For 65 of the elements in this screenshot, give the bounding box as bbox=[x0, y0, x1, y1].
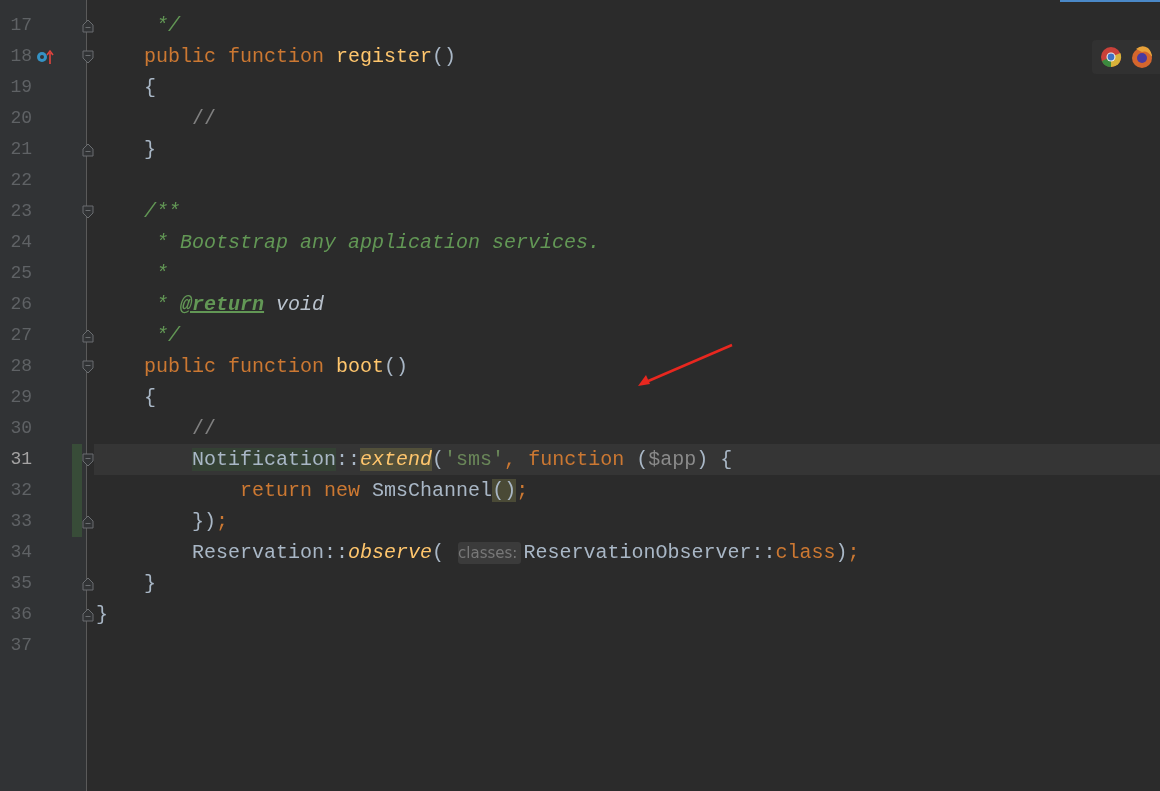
keyword: class bbox=[775, 541, 836, 564]
fold-icon[interactable] bbox=[82, 328, 94, 343]
fold-icon[interactable] bbox=[82, 18, 94, 33]
keyword: public bbox=[144, 355, 217, 378]
function-name: boot bbox=[336, 355, 385, 378]
matched-braces: () bbox=[492, 479, 517, 502]
line-number: 31 bbox=[10, 449, 32, 469]
variable: $app bbox=[648, 448, 697, 471]
browser-icon[interactable] bbox=[1130, 45, 1154, 69]
keyword: ; bbox=[847, 541, 860, 564]
code-text: } bbox=[144, 572, 157, 595]
string-literal: 'sms' bbox=[444, 448, 505, 471]
doc-comment: /** bbox=[144, 200, 181, 223]
code-text: { bbox=[144, 76, 157, 99]
code-text: ( bbox=[432, 541, 445, 564]
highlighted-method-name: extend bbox=[360, 448, 433, 471]
code-text: Reservation:: bbox=[192, 541, 349, 564]
method-name: observe bbox=[348, 541, 433, 564]
fold-icon[interactable] bbox=[82, 142, 94, 157]
keyword: ; bbox=[516, 479, 529, 502]
change-marker[interactable] bbox=[72, 444, 82, 475]
keyword: ; bbox=[216, 510, 229, 533]
code-text: ReservationObserver:: bbox=[523, 541, 776, 564]
fold-icon[interactable] bbox=[82, 607, 94, 622]
parameter-hint: classes: bbox=[458, 542, 522, 564]
keyword: , bbox=[504, 448, 517, 471]
doc-comment: * Bootstrap any application services. bbox=[156, 231, 601, 254]
highlighted-identifier: Notification bbox=[192, 448, 337, 471]
fold-icon[interactable] bbox=[82, 49, 94, 64]
keyword: function bbox=[228, 355, 325, 378]
fold-icon[interactable] bbox=[82, 452, 94, 467]
keyword: function bbox=[528, 448, 625, 471]
code-text: { bbox=[720, 448, 733, 471]
fold-icon[interactable] bbox=[82, 359, 94, 374]
code-text: } bbox=[144, 138, 157, 161]
doc-tag: @return bbox=[180, 293, 265, 316]
doc-comment: */ bbox=[156, 14, 181, 37]
code-text: SmsChannel bbox=[372, 479, 493, 502]
code-text: ( bbox=[432, 448, 445, 471]
function-name: register bbox=[336, 45, 433, 68]
keyword: new bbox=[324, 479, 361, 502]
code-text: :: bbox=[336, 448, 361, 471]
doc-comment: * bbox=[156, 293, 169, 316]
fold-icon[interactable] bbox=[82, 204, 94, 219]
code-text: } bbox=[96, 603, 108, 626]
code-text: }) bbox=[192, 510, 217, 533]
keyword: function bbox=[228, 45, 325, 68]
code-text: ( bbox=[636, 448, 649, 471]
line-comment: // bbox=[192, 107, 217, 130]
browser-icon[interactable] bbox=[1100, 46, 1122, 68]
code-text: ) bbox=[835, 541, 848, 564]
keyword: return bbox=[240, 479, 313, 502]
change-marker[interactable] bbox=[72, 506, 82, 537]
code-text: () bbox=[432, 45, 457, 68]
override-marker-icon[interactable] bbox=[36, 48, 54, 65]
code-text: { bbox=[144, 386, 157, 409]
fold-icon[interactable] bbox=[82, 576, 94, 591]
line-comment: // bbox=[192, 417, 217, 440]
code-text: ) bbox=[696, 448, 709, 471]
code-text: () bbox=[384, 355, 409, 378]
doc-comment: */ bbox=[156, 324, 181, 347]
doc-type: void bbox=[276, 293, 325, 316]
keyword: public bbox=[144, 45, 217, 68]
fold-icon[interactable] bbox=[82, 514, 94, 529]
doc-comment: * bbox=[156, 262, 169, 285]
